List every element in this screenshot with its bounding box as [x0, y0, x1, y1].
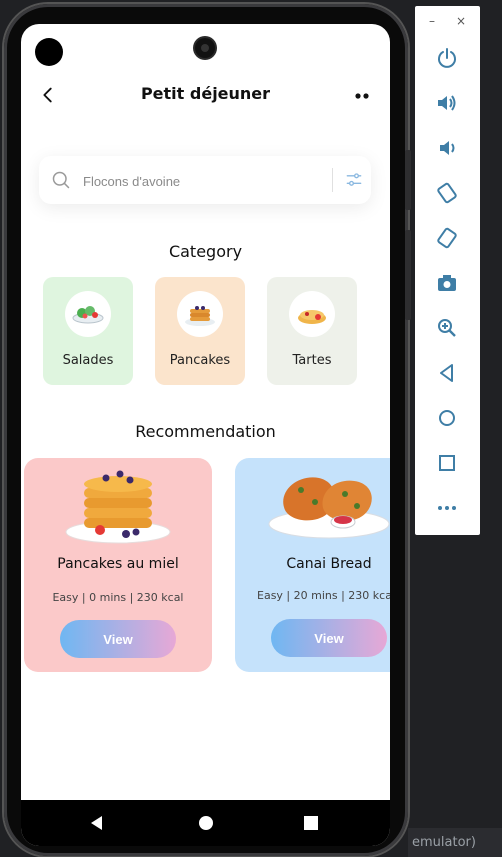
category-label: Tartes	[292, 353, 332, 368]
back-icon[interactable]	[435, 361, 459, 385]
home-circle-icon[interactable]	[196, 813, 216, 833]
pancake-stack-image	[65, 470, 171, 544]
rotate-left-icon[interactable]	[435, 181, 459, 205]
view-recipe-button[interactable]: View	[60, 620, 176, 658]
recipe-card-canai-bread[interactable]: Canai Bread Easy | 20 mins | 230 kcal Vi…	[235, 458, 390, 672]
filter-icon[interactable]	[344, 170, 364, 190]
screen-notch-dot	[35, 38, 63, 66]
pie-icon	[289, 291, 335, 337]
pancake-icon	[177, 291, 223, 337]
power-side-button	[405, 150, 411, 210]
app-screen: Petit déjeuner Category	[21, 24, 390, 846]
minimize-button[interactable]: –	[429, 14, 435, 28]
close-button[interactable]: ×	[456, 14, 466, 28]
salad-icon	[65, 291, 111, 337]
view-recipe-button[interactable]: View	[271, 619, 387, 657]
recipe-meta: Easy | 0 mins | 230 kcal	[52, 591, 184, 604]
back-triangle-icon[interactable]	[87, 813, 107, 833]
zoom-icon[interactable]	[435, 316, 459, 340]
recipe-card-pancakes[interactable]: Pancakes au miel Easy | 0 mins | 230 kca…	[24, 458, 212, 672]
camera-icon[interactable]	[435, 271, 459, 295]
recommendation-heading: Recommendation	[135, 422, 276, 441]
overview-icon[interactable]	[435, 451, 459, 475]
system-nav-bar	[21, 800, 390, 846]
category-card-salades[interactable]: Salades	[43, 277, 133, 385]
power-icon[interactable]	[435, 46, 459, 70]
emulator-status-text: emulator)	[408, 828, 502, 857]
search-input[interactable]	[81, 166, 325, 196]
recipe-name: Pancakes au miel	[57, 556, 179, 572]
search-icon	[52, 171, 70, 189]
bread-plate-image	[268, 477, 390, 539]
search-divider	[332, 168, 333, 192]
more-icon[interactable]	[435, 496, 459, 520]
front-camera	[195, 38, 215, 58]
rotate-right-icon[interactable]	[435, 226, 459, 250]
recent-square-icon[interactable]	[301, 813, 321, 833]
volume-up-icon[interactable]	[435, 91, 459, 115]
recipe-meta: Easy | 20 mins | 230 kcal	[257, 589, 390, 602]
volume-side-button	[405, 230, 411, 320]
page-title: Petit déjeuner	[140, 84, 271, 103]
category-label: Pancakes	[169, 353, 231, 368]
category-heading: Category	[168, 242, 243, 261]
search-bar	[39, 156, 371, 204]
more-options-icon[interactable]	[352, 88, 372, 104]
volume-down-icon[interactable]	[435, 136, 459, 160]
home-icon[interactable]	[435, 406, 459, 430]
category-card-pancakes[interactable]: Pancakes	[155, 277, 245, 385]
emulator-toolbar: – ×	[415, 6, 480, 535]
recipe-name: Canai Bread	[286, 556, 372, 572]
category-label: Salades	[62, 353, 114, 368]
category-card-tartes[interactable]: Tartes	[267, 277, 357, 385]
app-header: Petit déjeuner	[21, 80, 390, 112]
